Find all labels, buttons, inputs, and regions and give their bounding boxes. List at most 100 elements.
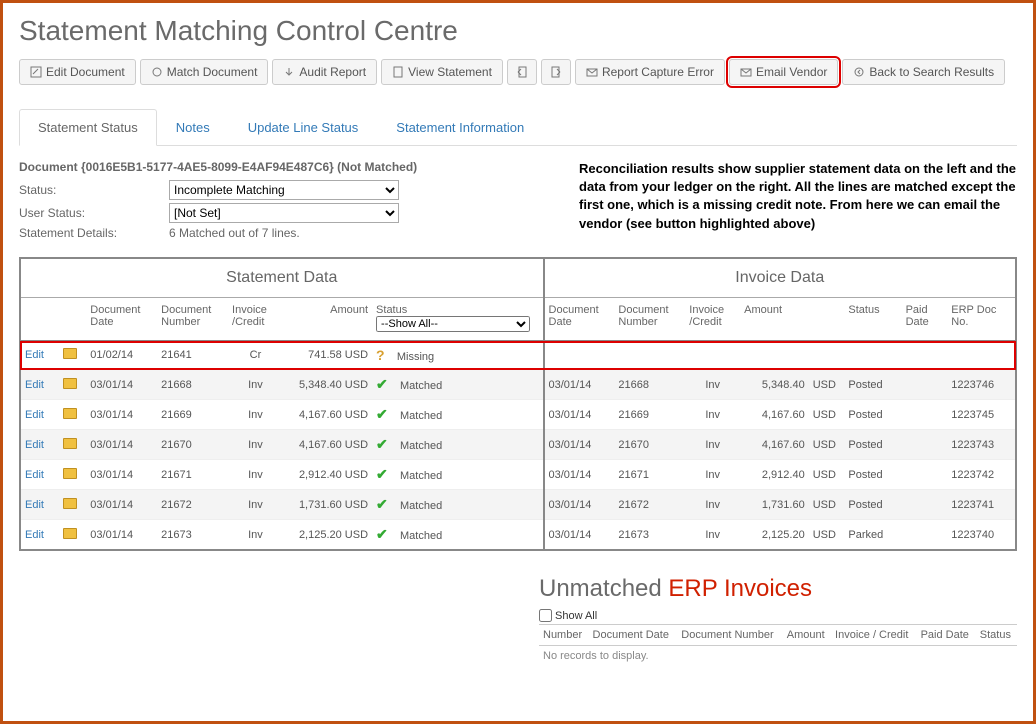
back-icon: [853, 66, 865, 78]
cell-inv-ic: [685, 341, 740, 370]
cell-number: 21670: [157, 430, 228, 460]
col-inv-amount: Amount: [740, 298, 809, 341]
tab-notes[interactable]: Notes: [157, 109, 229, 146]
cell-amount: 1,731.60 USD: [283, 490, 372, 520]
col-paid-date: Paid Date: [902, 298, 948, 341]
cell-amount: 2,125.20 USD: [283, 520, 372, 551]
cell-amount: 4,167.60 USD: [283, 430, 372, 460]
col-status: Status: [376, 304, 538, 316]
cell-status: ✔ Matched: [372, 490, 543, 520]
prev-document-button[interactable]: [507, 59, 537, 85]
cell-inv-number: 21669: [614, 400, 685, 430]
cell-inv-number: 21672: [614, 490, 685, 520]
edit-document-button[interactable]: Edit Document: [19, 59, 136, 85]
cell-date: 01/02/14: [86, 341, 157, 370]
tabs: Statement Status Notes Update Line Statu…: [19, 109, 1017, 146]
cell-date: 03/01/14: [86, 490, 157, 520]
cell-inv-date: [544, 341, 615, 370]
cell-date: 03/01/14: [86, 370, 157, 400]
cell-inv-cur: USD: [809, 520, 845, 551]
button-label: Audit Report: [299, 65, 366, 79]
report-capture-error-button[interactable]: Report Capture Error: [575, 59, 725, 85]
status-select[interactable]: Incomplete Matching: [169, 180, 399, 200]
refresh-icon: [151, 66, 163, 78]
toolbar: Edit Document Match Document Audit Repor…: [19, 59, 1017, 85]
cell-inv-status: Posted: [844, 370, 901, 400]
cell-inv-status: [844, 341, 901, 370]
cell-paid-date: [902, 341, 948, 370]
col-erp-doc-no: ERP Doc No.: [947, 298, 1016, 341]
button-label: Back to Search Results: [869, 65, 994, 79]
email-vendor-button[interactable]: Email Vendor: [729, 59, 838, 85]
view-statement-button[interactable]: View Statement: [381, 59, 503, 85]
cell-inv-ic: Inv: [685, 460, 740, 490]
status-label: Status:: [19, 183, 169, 197]
cell-erp: 1223742: [947, 460, 1016, 490]
edit-link[interactable]: Edit: [25, 439, 44, 451]
cell-inv-cur: USD: [809, 430, 845, 460]
audit-report-button[interactable]: Audit Report: [272, 59, 377, 85]
table-row: Edit03/01/1421668Inv5,348.40 USD✔ Matche…: [20, 370, 1016, 400]
statement-details-label: Statement Details:: [19, 226, 169, 240]
cell-inv-amount: [740, 341, 809, 370]
button-label: View Statement: [408, 65, 492, 79]
edit-icon: [30, 66, 42, 78]
reconciliation-table: Statement Data Invoice Data Document Dat…: [19, 257, 1017, 551]
back-to-search-button[interactable]: Back to Search Results: [842, 59, 1005, 85]
edit-link[interactable]: Edit: [25, 499, 44, 511]
cell-inv-cur: USD: [809, 370, 845, 400]
cell-date: 03/01/14: [86, 400, 157, 430]
tab-update-line-status[interactable]: Update Line Status: [229, 109, 378, 146]
cell-inv-amount: 4,167.60: [740, 430, 809, 460]
edit-link[interactable]: Edit: [25, 349, 44, 361]
cell-erp: [947, 341, 1016, 370]
status-filter-select[interactable]: --Show All--: [376, 316, 530, 332]
col-invoice-credit: Invoice / Credit: [831, 625, 917, 646]
table-row: Edit03/01/1421673Inv2,125.20 USD✔ Matche…: [20, 520, 1016, 551]
button-label: Email Vendor: [756, 65, 827, 79]
show-all-checkbox[interactable]: [539, 609, 552, 622]
cell-inv-date: 03/01/14: [544, 520, 615, 551]
cell-inv-date: 03/01/14: [544, 370, 615, 400]
tab-statement-status[interactable]: Statement Status: [19, 109, 157, 146]
match-document-button[interactable]: Match Document: [140, 59, 269, 85]
cell-inv-amount: 2,125.20: [740, 520, 809, 551]
col-amount: Amount: [283, 298, 372, 341]
cell-inv-date: 03/01/14: [544, 400, 615, 430]
button-label: Edit Document: [46, 65, 125, 79]
folder-icon: [63, 408, 77, 419]
table-row: Edit03/01/1421670Inv4,167.60 USD✔ Matche…: [20, 430, 1016, 460]
col-doc-date: Document Date: [589, 625, 678, 646]
cell-number: 21672: [157, 490, 228, 520]
user-status-select[interactable]: [Not Set]: [169, 203, 399, 223]
col-status: Status: [976, 625, 1017, 646]
cell-status: ✔ Matched: [372, 400, 543, 430]
mail-icon: [740, 66, 752, 78]
next-document-button[interactable]: [541, 59, 571, 85]
cell-inv-amount: 4,167.60: [740, 400, 809, 430]
cell-date: 03/01/14: [86, 460, 157, 490]
folder-icon: [63, 468, 77, 479]
cell-inv-status: Parked: [844, 520, 901, 551]
edit-link[interactable]: Edit: [25, 379, 44, 391]
cell-inv-amount: 1,731.60: [740, 490, 809, 520]
unmatched-table: Number Document Date Document Number Amo…: [539, 625, 1017, 666]
tab-statement-information[interactable]: Statement Information: [377, 109, 543, 146]
cell-inv-cur: [809, 341, 845, 370]
mail-icon: [586, 66, 598, 78]
cell-number: 21673: [157, 520, 228, 551]
col-inv-doc-number: Document Number: [614, 298, 685, 341]
cell-number: 21641: [157, 341, 228, 370]
cell-inv-amount: 2,912.40: [740, 460, 809, 490]
cell-ic: Cr: [228, 341, 283, 370]
edit-link[interactable]: Edit: [25, 409, 44, 421]
edit-link[interactable]: Edit: [25, 529, 44, 541]
cell-inv-ic: Inv: [685, 370, 740, 400]
cell-inv-number: 21671: [614, 460, 685, 490]
button-label: Report Capture Error: [602, 65, 714, 79]
edit-link[interactable]: Edit: [25, 469, 44, 481]
col-doc-number: Document Number: [677, 625, 782, 646]
user-status-label: User Status:: [19, 206, 169, 220]
cell-erp: 1223743: [947, 430, 1016, 460]
col-doc-date: Document Date: [86, 298, 157, 341]
